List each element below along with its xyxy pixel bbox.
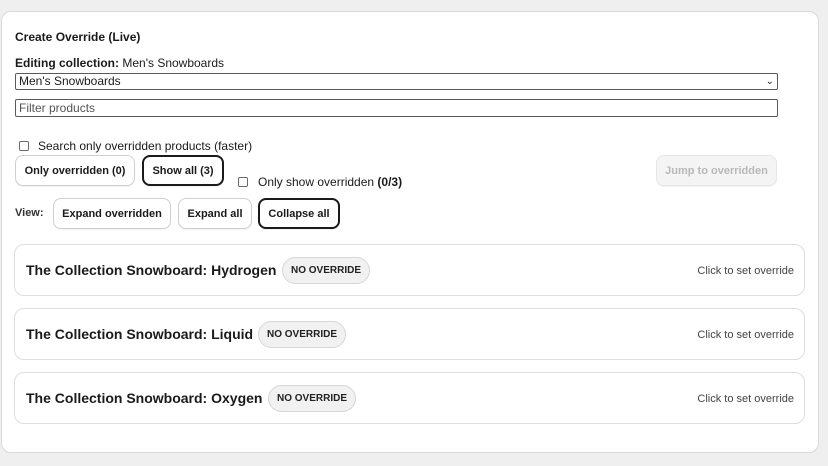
- editing-collection-value: Men's Snowboards: [122, 56, 225, 70]
- filter-products-input[interactable]: [15, 99, 778, 117]
- set-override-hint: Click to set override: [697, 393, 794, 405]
- override-card: Create Override (Live) Editing collectio…: [1, 11, 819, 453]
- product-row[interactable]: The Collection Snowboard: Liquid NO OVER…: [14, 308, 805, 360]
- view-label: View:: [15, 207, 44, 219]
- only-overridden-button[interactable]: Only overridden (0): [15, 155, 135, 186]
- only-show-overridden-text: Only show overridden: [258, 175, 375, 189]
- expand-overridden-button[interactable]: Expand overridden: [53, 198, 171, 229]
- product-name: The Collection Snowboard: Oxygen: [26, 390, 263, 406]
- override-status-badge: NO OVERRIDE: [282, 257, 371, 284]
- chevron-down-icon: ⌄: [765, 76, 774, 87]
- jump-to-overridden-button[interactable]: Jump to overridden: [656, 155, 777, 186]
- search-overridden-label: Search only overridden products (faster): [38, 139, 253, 153]
- set-override-hint: Click to set override: [697, 265, 794, 277]
- product-name: The Collection Snowboard: Hydrogen: [26, 262, 277, 278]
- collapse-all-button[interactable]: Collapse all: [258, 198, 340, 229]
- override-status-badge: NO OVERRIDE: [258, 321, 347, 348]
- editing-collection-line: Editing collection: Men's Snowboards: [15, 56, 224, 70]
- only-show-overridden-checkbox[interactable]: [238, 177, 248, 187]
- search-overridden-checkbox[interactable]: [19, 141, 29, 151]
- only-show-overridden-count: (0/3): [377, 175, 403, 189]
- page-title: Create Override (Live): [15, 30, 141, 44]
- collection-select-value: Men's Snowboards: [19, 74, 121, 88]
- only-show-overridden-label: Only show overridden (0/3): [258, 175, 402, 189]
- product-row[interactable]: The Collection Snowboard: Oxygen NO OVER…: [14, 372, 805, 424]
- set-override-hint: Click to set override: [697, 329, 794, 341]
- show-all-button[interactable]: Show all (3): [142, 155, 224, 186]
- product-name: The Collection Snowboard: Liquid: [26, 326, 254, 342]
- override-status-badge: NO OVERRIDE: [268, 385, 357, 412]
- expand-all-button[interactable]: Expand all: [178, 198, 252, 229]
- collection-select[interactable]: Men's Snowboards ⌄: [15, 73, 778, 90]
- editing-collection-label: Editing collection:: [15, 56, 119, 70]
- product-row[interactable]: The Collection Snowboard: Hydrogen NO OV…: [14, 244, 805, 296]
